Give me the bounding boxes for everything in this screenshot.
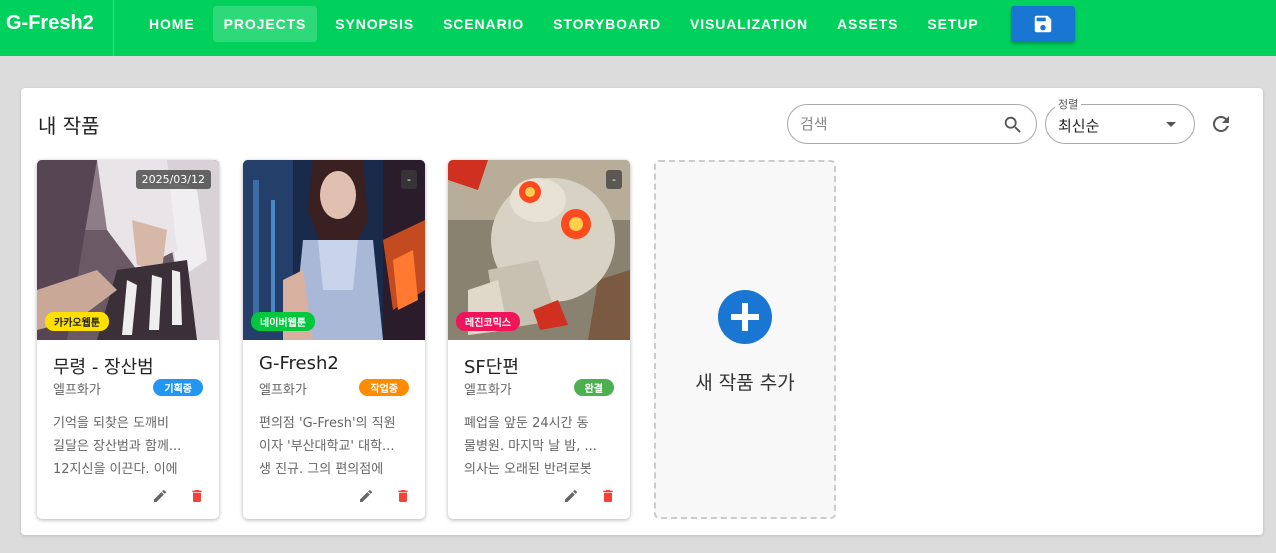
date-chip: 2025/03/12 — [135, 170, 211, 189]
add-project-label: 새 작품 추가 — [695, 372, 795, 394]
project-title: SF단편 — [464, 357, 519, 378]
page-title: 내 작품 — [38, 114, 100, 138]
platform-badge: 네이버웹툰 — [251, 312, 315, 331]
refresh-icon[interactable] — [1209, 112, 1233, 136]
edit-icon[interactable] — [152, 488, 168, 504]
description-line: 길달은 장산범과 함께... — [53, 439, 182, 454]
nav-visualization[interactable]: VISUALIZATION — [679, 6, 819, 42]
date-chip: - — [401, 170, 417, 189]
date-chip: - — [606, 170, 622, 189]
description-line: 12지신을 이끈다. 이에 — [53, 462, 178, 477]
nav-storyboard[interactable]: STORYBOARD — [542, 6, 672, 42]
nav-assets[interactable]: ASSETS — [826, 6, 909, 42]
platform-badge: 카카오웹툰 — [45, 312, 109, 331]
project-thumbnail[interactable]: - 레진코믹스 — [448, 160, 630, 340]
delete-icon[interactable] — [395, 488, 411, 504]
delete-icon[interactable] — [600, 488, 616, 504]
project-thumbnail[interactable]: - 네이버웹툰 — [243, 160, 425, 340]
search-icon[interactable] — [1002, 114, 1024, 136]
project-description: 편의점 'G-Fresh'의 직원 이자 '부산대학교' 대학... 생 진규.… — [259, 412, 409, 481]
description-line: 이자 '부산대학교' 대학... — [259, 439, 395, 454]
top-app-bar: G-Fresh2 HOME PROJECTS SYNOPSIS SCENARIO… — [0, 0, 1276, 56]
project-title: G-Fresh2 — [259, 353, 339, 374]
nav-scenario[interactable]: SCENARIO — [432, 6, 535, 42]
edit-icon[interactable] — [358, 488, 374, 504]
nav-setup[interactable]: SETUP — [916, 6, 989, 42]
project-card[interactable]: - 레진코믹스 SF단편 엘프화가 완결 폐업을 앞둔 24시간 동 물병원. … — [448, 160, 630, 519]
status-badge: 기획중 — [153, 379, 203, 396]
project-thumbnail[interactable]: 2025/03/12 카카오웹툰 — [37, 160, 219, 340]
add-circle-icon — [718, 290, 772, 344]
app-title[interactable]: G-Fresh2 — [6, 12, 94, 35]
nav-projects[interactable]: PROJECTS — [212, 6, 318, 42]
nav-home[interactable]: HOME — [138, 6, 206, 42]
platform-badge: 레진코믹스 — [456, 312, 520, 331]
project-author: 엘프화가 — [53, 383, 101, 398]
search-box[interactable] — [787, 104, 1037, 144]
projects-panel: 내 작품 정렬 최신순 — [21, 88, 1263, 535]
sort-label: 정렬 — [1055, 96, 1082, 112]
nav-synopsis[interactable]: SYNOPSIS — [324, 6, 425, 42]
sort-value: 최신순 — [1058, 117, 1100, 135]
floppy-disk-icon — [1034, 15, 1052, 33]
description-line: 편의점 'G-Fresh'의 직원 — [259, 416, 396, 431]
description-line: 생 진규. 그의 편의점에 — [259, 462, 384, 477]
edit-icon[interactable] — [563, 488, 579, 504]
project-card[interactable]: - 네이버웹툰 G-Fresh2 엘프화가 작업중 편의점 'G-Fresh'의… — [243, 160, 425, 519]
project-author: 엘프화가 — [464, 383, 512, 398]
description-line: 의사는 오래된 반려로봇 — [464, 462, 592, 477]
project-card[interactable]: 2025/03/12 카카오웹툰 무령 - 장산범 엘프화가 기획중 기억을 되… — [37, 160, 219, 519]
status-badge: 완결 — [573, 379, 614, 396]
description-line: 물병원. 마지막 날 밤, ... — [464, 439, 597, 454]
sort-select[interactable]: 정렬 최신순 — [1045, 96, 1195, 144]
description-line: 기억을 되찾은 도깨비 — [53, 416, 169, 431]
brand-divider — [113, 0, 114, 56]
main-nav: HOME PROJECTS SYNOPSIS SCENARIO STORYBOA… — [138, 6, 997, 42]
description-line: 폐업을 앞둔 24시간 동 — [464, 416, 589, 431]
project-title: 무령 - 장산범 — [53, 357, 154, 378]
project-description: 폐업을 앞둔 24시간 동 물병원. 마지막 날 밤, ... 의사는 오래된 … — [464, 412, 614, 481]
search-input[interactable] — [800, 113, 990, 135]
add-project-card[interactable]: 새 작품 추가 — [654, 160, 836, 519]
project-description: 기억을 되찾은 도깨비 길달은 장산범과 함께... 12지신을 이끈다. 이에 — [53, 412, 203, 481]
project-author: 엘프화가 — [259, 383, 307, 398]
status-badge: 작업중 — [359, 379, 409, 396]
delete-icon[interactable] — [189, 488, 205, 504]
dropdown-arrow-icon — [1166, 122, 1176, 127]
save-button[interactable] — [1011, 6, 1075, 42]
